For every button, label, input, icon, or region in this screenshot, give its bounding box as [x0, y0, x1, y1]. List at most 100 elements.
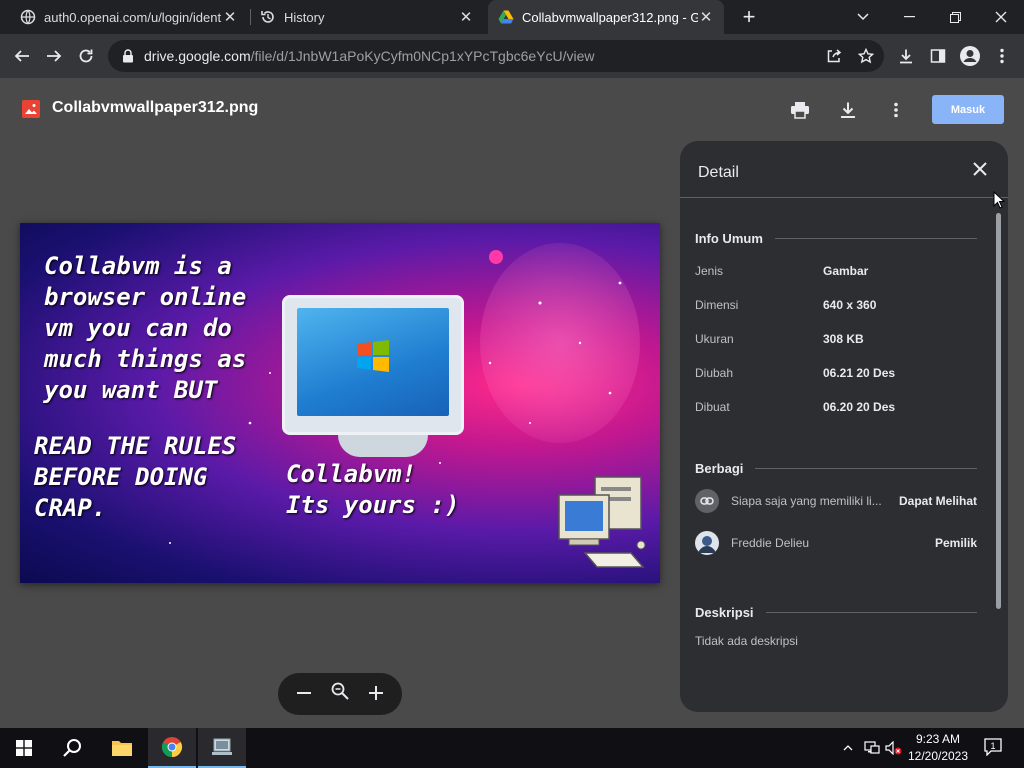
tab-search-icon[interactable] — [840, 0, 886, 34]
clock-date: 12/20/2023 — [907, 749, 969, 763]
magnifier-icon — [331, 682, 349, 700]
taskbar-search-button[interactable] — [48, 728, 96, 768]
tab-title: auth0.openai.com/u/login/identi — [44, 9, 222, 25]
zoom-in-button[interactable] — [362, 683, 390, 706]
close-details-button[interactable] — [968, 157, 992, 181]
image-file-icon — [22, 100, 40, 118]
more-vert-icon — [1000, 48, 1004, 64]
section-divider — [755, 468, 977, 469]
new-tab-button[interactable]: + — [736, 4, 762, 30]
forward-button[interactable] — [40, 42, 68, 70]
more-actions-button[interactable] — [882, 96, 910, 124]
description-section: Deskripsi — [695, 605, 977, 620]
tab-close-button[interactable]: ✕ — [222, 8, 238, 26]
prop-value: 06.20 20 Des — [823, 400, 896, 414]
prop-key: Ukuran — [695, 332, 734, 346]
panel-scrollbar[interactable] — [996, 213, 1001, 609]
clock-time: 9:23 AM — [915, 732, 961, 746]
clock[interactable]: 9:23 AM 12/20/2023 — [904, 731, 972, 765]
downloads-button[interactable] — [892, 42, 920, 70]
link-avatar — [695, 489, 719, 513]
url-text: drive.google.com/file/d/1JnbW1aPoKyCyfm0… — [144, 48, 595, 64]
chrome-taskbar-button[interactable] — [148, 728, 196, 768]
print-button[interactable] — [786, 96, 814, 124]
minus-icon — [297, 691, 311, 694]
tab-close-button[interactable]: ✕ — [458, 8, 474, 26]
reload-button[interactable] — [72, 42, 100, 70]
tray-overflow-button[interactable] — [838, 738, 858, 758]
wallpaper-text-rules: READ THE RULES BEFORE DOING CRAP. — [34, 432, 237, 522]
side-panel-button[interactable] — [924, 42, 952, 70]
globe-icon — [20, 9, 36, 25]
prop-value: 308 KB — [823, 332, 864, 346]
share-row-link[interactable]: Siapa saja yang memiliki li... Dapat Mel… — [695, 489, 977, 513]
address-bar[interactable]: drive.google.com/file/d/1JnbW1aPoKyCyfm0… — [108, 40, 884, 72]
share-who: Freddie Delieu — [731, 536, 810, 550]
url-path: /file/d/1JnbW1aPoKyCyfm0NCp1xYPcTgbc6eYc… — [250, 48, 595, 64]
close-window-button[interactable] — [978, 0, 1024, 34]
sharing-section: Berbagi — [695, 461, 977, 476]
prop-value: 640 x 360 — [823, 298, 877, 312]
bookmark-button[interactable] — [852, 42, 880, 70]
wallpaper-text-yours: Collabvm! Its yours :) — [286, 460, 460, 519]
chevron-up-icon — [843, 745, 853, 751]
tab-drive-file[interactable]: Collabvmwallpaper312.png - Go ✕ — [488, 0, 724, 34]
share-row-owner[interactable]: Freddie Delieu Pemilik — [695, 531, 977, 555]
image-preview: Collabvm is a browser online vm you can … — [20, 223, 660, 583]
details-panel: Detail Info Umum Jenis Gambar Dimensi 64… — [680, 141, 1008, 712]
share-page-button[interactable] — [820, 42, 848, 70]
section-divider — [774, 238, 977, 239]
prop-key: Dimensi — [695, 298, 739, 312]
computer-icon — [212, 738, 232, 755]
search-icon — [63, 739, 81, 757]
volume-button[interactable] — [884, 738, 904, 758]
prop-key: Diubah — [695, 366, 734, 380]
tab-history[interactable]: History ✕ — [250, 0, 484, 34]
prop-value: 06.21 20 Des — [823, 366, 896, 380]
start-button[interactable] — [0, 728, 48, 768]
file-explorer-button[interactable] — [98, 728, 146, 768]
network-button[interactable] — [862, 738, 882, 758]
restore-button[interactable] — [932, 0, 978, 34]
profile-button[interactable] — [956, 42, 984, 70]
download-icon — [900, 49, 912, 64]
app-taskbar-button[interactable] — [198, 728, 246, 768]
chrome-icon — [161, 737, 183, 758]
browser-toolbar: drive.google.com/file/d/1JnbW1aPoKyCyfm0… — [0, 34, 1024, 78]
description-heading: Deskripsi — [695, 605, 754, 620]
details-title: Detail — [698, 164, 739, 181]
file-name: Collabvmwallpaper312.png — [52, 99, 259, 116]
prop-value: Gambar — [823, 264, 869, 278]
tab-auth0[interactable]: auth0.openai.com/u/login/identi ✕ — [10, 0, 248, 34]
link-icon — [700, 497, 714, 505]
monitor-stand — [338, 435, 428, 457]
tab-close-button[interactable]: ✕ — [698, 8, 714, 26]
notification-count: 1 — [990, 741, 995, 751]
download-button[interactable] — [834, 96, 862, 124]
plus-icon — [369, 685, 383, 700]
mouse-cursor-icon — [993, 191, 1005, 209]
windows-logo-icon — [357, 340, 389, 372]
wallpaper-text-intro: Collabvm is a browser online vm you can … — [44, 252, 247, 404]
url-domain: drive.google.com — [144, 48, 251, 64]
taskbar: 9:23 AM 12/20/2023 1 — [0, 728, 1024, 768]
zoom-reset-button[interactable] — [326, 682, 354, 706]
panel-divider — [680, 197, 1008, 198]
google-drive-icon — [498, 10, 514, 24]
sign-in-button[interactable]: Masuk — [932, 95, 1004, 124]
zoom-out-button[interactable] — [290, 683, 318, 706]
share-role: Pemilik — [934, 536, 977, 550]
general-info-heading: Info Umum — [695, 231, 763, 246]
notification-icon[interactable]: 1 — [984, 738, 1002, 756]
folder-icon — [112, 741, 132, 756]
back-button[interactable] — [8, 42, 36, 70]
avatar — [695, 531, 719, 555]
volume-muted-icon — [885, 741, 902, 755]
share-icon — [827, 49, 842, 63]
forward-arrow-icon — [47, 50, 62, 62]
share-who: Siapa saja yang memiliki li... — [731, 494, 882, 508]
network-icon — [864, 741, 880, 754]
minimize-button[interactable] — [886, 0, 932, 34]
browser-menu-button[interactable] — [988, 42, 1016, 70]
zoom-controls — [278, 673, 402, 715]
